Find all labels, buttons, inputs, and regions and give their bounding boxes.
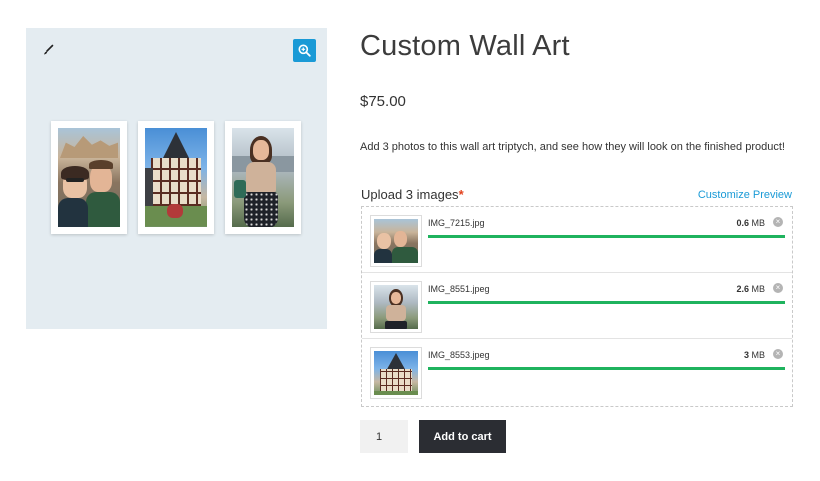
file-thumbnail [370,281,422,333]
upload-progress-bar [428,301,785,304]
quantity-input[interactable] [360,420,408,453]
edit-button[interactable] [38,40,58,60]
house-photo [145,128,207,227]
file-size: 2.6 MB [736,284,765,294]
file-size-value: 0.6 [736,218,749,228]
product-title: Custom Wall Art [360,30,570,62]
upload-progress-fill [428,367,785,370]
upload-progress-bar [428,367,785,370]
upload-progress-fill [428,301,785,304]
upload-label: Upload 3 images* [361,187,464,202]
add-to-cart-button[interactable]: Add to cart [419,420,506,453]
file-size-value: 3 [743,350,749,360]
zoom-in-icon [298,44,311,57]
remove-file-button[interactable]: × [773,283,783,293]
woman-photo [232,128,294,227]
zoom-button[interactable] [293,39,316,62]
file-size-unit: MB [751,218,766,228]
triptych-frame-2 [138,121,214,234]
required-asterisk: * [458,187,464,202]
file-size-value: 2.6 [736,284,749,294]
woman-thumbnail-image [374,285,418,329]
remove-file-button[interactable]: × [773,349,783,359]
file-name: IMG_7215.jpg [428,218,485,228]
product-price: $75.00 [360,93,406,110]
upload-progress-fill [428,235,785,238]
file-thumbnail [370,347,422,399]
upload-item: IMG_8553.jpeg 3 MB × [362,339,792,405]
paintbrush-icon [44,44,54,55]
product-preview [26,28,327,329]
file-size: 0.6 MB [736,218,765,228]
file-size: 3 MB [744,350,765,360]
customize-preview-link[interactable]: Customize Preview [698,189,792,201]
couple-photo [58,128,120,227]
upload-item: IMG_7215.jpg 0.6 MB × [362,207,792,273]
product-description: Add 3 photos to this wall art triptych, … [360,141,785,153]
remove-file-button[interactable]: × [773,217,783,227]
house-thumbnail-image [374,351,418,395]
file-size-unit: MB [751,350,766,360]
triptych-frame-3 [225,121,301,234]
couple-thumbnail-image [374,219,418,263]
upload-label-text: Upload 3 images [361,187,459,202]
file-name: IMG_8551.jpeg [428,284,490,294]
upload-progress-bar [428,235,785,238]
file-name: IMG_8553.jpeg [428,350,490,360]
upload-file-list: IMG_7215.jpg 0.6 MB × IMG_8551.jpeg 2.6 … [361,206,793,407]
triptych-frame-1 [51,121,127,234]
file-thumbnail [370,215,422,267]
upload-item: IMG_8551.jpeg 2.6 MB × [362,273,792,339]
file-size-unit: MB [751,284,766,294]
